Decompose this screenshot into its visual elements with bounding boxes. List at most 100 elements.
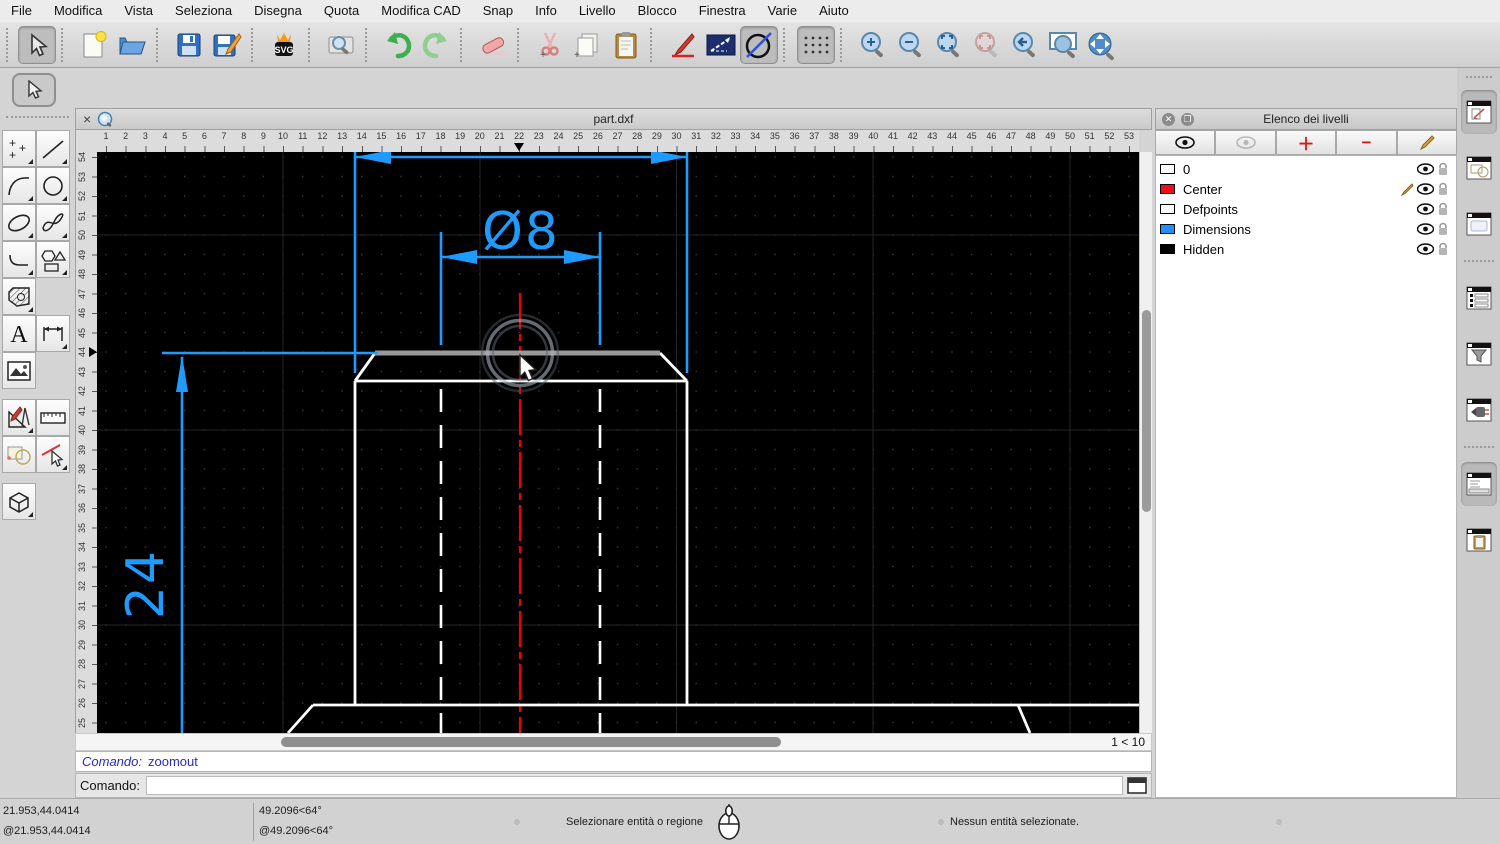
- print-preview-button[interactable]: [322, 26, 360, 64]
- menu-item[interactable]: Finestra: [688, 0, 757, 22]
- tool-text[interactable]: A: [2, 315, 36, 352]
- ruler-number: 26: [588, 131, 608, 141]
- layer-lock-icon[interactable]: [1434, 222, 1452, 236]
- remove-layer-button[interactable]: −: [1336, 130, 1396, 155]
- layer-lock-icon[interactable]: [1434, 162, 1452, 176]
- tool-arc[interactable]: [2, 167, 36, 204]
- zoom-in-button[interactable]: [854, 26, 892, 64]
- open-file-button[interactable]: [113, 26, 151, 64]
- dock-clipboard-button[interactable]: [1461, 518, 1497, 562]
- tool-line[interactable]: [36, 130, 70, 167]
- vertical-scrollbar-thumb[interactable]: [1142, 310, 1151, 512]
- tool-dimension[interactable]: [36, 315, 70, 352]
- zoom-window-button[interactable]: [1044, 26, 1082, 64]
- menu-item[interactable]: Livello: [568, 0, 627, 22]
- grid-dots: [97, 152, 1139, 733]
- tool-polyline[interactable]: [2, 241, 36, 278]
- tool-3d-view[interactable]: [2, 483, 36, 520]
- menu-item[interactable]: Info: [524, 0, 568, 22]
- zoom-selection-button[interactable]: [968, 26, 1006, 64]
- menu-item[interactable]: Modifica: [43, 0, 113, 22]
- menu-item[interactable]: Snap: [472, 0, 524, 22]
- command-input[interactable]: [146, 776, 1123, 795]
- zoom-previous-button[interactable]: [1006, 26, 1044, 64]
- zoom-auto-button[interactable]: [930, 26, 968, 64]
- pan-button[interactable]: [1082, 26, 1120, 64]
- save-button[interactable]: [170, 26, 208, 64]
- dock-entity-list-button[interactable]: [1461, 276, 1497, 320]
- add-layer-button[interactable]: ＋: [1276, 130, 1336, 155]
- menu-item[interactable]: File: [0, 0, 43, 22]
- draw-red-line-button[interactable]: [664, 26, 702, 64]
- tool-circle[interactable]: [36, 167, 70, 204]
- tool-polygon[interactable]: [36, 241, 70, 278]
- tool-spline[interactable]: [36, 204, 70, 241]
- layer-visible-icon[interactable]: [1416, 243, 1434, 255]
- show-all-layers-button[interactable]: [1155, 130, 1215, 155]
- new-document-button[interactable]: [75, 26, 113, 64]
- layer-row[interactable]: Hidden: [1156, 239, 1456, 259]
- command-dock-icon[interactable]: [1127, 777, 1147, 794]
- menu-item[interactable]: Seleziona: [164, 0, 243, 22]
- vertical-scrollbar[interactable]: [1139, 152, 1152, 733]
- dock-pen-palette-button[interactable]: [1461, 388, 1497, 432]
- tool-points[interactable]: +++: [2, 130, 36, 167]
- diameter-dimension-text[interactable]: Ø8: [482, 202, 560, 262]
- height-dimension-text[interactable]: 24: [116, 549, 176, 619]
- layer-lock-icon[interactable]: [1434, 202, 1452, 216]
- delete-button[interactable]: [474, 26, 512, 64]
- layer-visible-icon[interactable]: [1416, 203, 1434, 215]
- horizontal-scrollbar-thumb[interactable]: [281, 737, 781, 747]
- menu-item[interactable]: Aiuto: [808, 0, 860, 22]
- tool-blocks[interactable]: [2, 436, 36, 473]
- tool-image[interactable]: [2, 352, 36, 389]
- layer-lock-icon[interactable]: [1434, 182, 1452, 196]
- menu-item[interactable]: Quota: [313, 0, 370, 22]
- layer-row[interactable]: Defpoints: [1156, 199, 1456, 219]
- dock-command-widget-button[interactable]: [1461, 462, 1497, 506]
- menu-item[interactable]: Varie: [757, 0, 808, 22]
- edit-layer-button[interactable]: [1397, 130, 1457, 155]
- layer-row-current[interactable]: Center: [1156, 179, 1456, 199]
- layer-lock-icon[interactable]: [1434, 242, 1452, 256]
- copy-button[interactable]: +: [569, 26, 607, 64]
- layer-visible-icon[interactable]: [1416, 183, 1434, 195]
- palette-selection-button[interactable]: [12, 73, 56, 107]
- save-as-button[interactable]: [208, 26, 246, 64]
- tool-ellipse[interactable]: [2, 204, 36, 241]
- dock-layer-list-button[interactable]: [1461, 90, 1497, 134]
- dock-separator: [1464, 260, 1494, 262]
- drawing-canvas[interactable]: Ø8 24: [97, 152, 1139, 733]
- zoom-out-button[interactable]: [892, 26, 930, 64]
- undo-button[interactable]: [379, 26, 417, 64]
- tool-select-entities[interactable]: [36, 436, 70, 473]
- paste-button[interactable]: [607, 26, 645, 64]
- layer-visible-icon[interactable]: [1416, 163, 1434, 175]
- grid-toggle-button[interactable]: [797, 26, 835, 64]
- layer-row[interactable]: 0: [1156, 159, 1456, 179]
- redo-button[interactable]: [417, 26, 455, 64]
- menu-item[interactable]: Vista: [113, 0, 164, 22]
- cursor-arrow-icon: [25, 80, 43, 100]
- tool-hatch[interactable]: [2, 278, 36, 315]
- selection-pointer-button[interactable]: [18, 26, 56, 64]
- menu-item[interactable]: Blocco: [627, 0, 688, 22]
- hide-all-layers-button[interactable]: [1215, 130, 1275, 155]
- ruler-number: 50: [1060, 131, 1080, 141]
- layer-row[interactable]: Dimensions: [1156, 219, 1456, 239]
- dimension-style-button[interactable]: [702, 26, 740, 64]
- ruler-number: 41: [883, 131, 903, 141]
- dock-block-list-button[interactable]: [1461, 146, 1497, 190]
- layer-visible-icon[interactable]: [1416, 223, 1434, 235]
- cut-button[interactable]: +: [531, 26, 569, 64]
- dock-library-browser-button[interactable]: [1461, 202, 1497, 246]
- menu-item[interactable]: Modifica CAD: [370, 0, 471, 22]
- dock-filter-button[interactable]: [1461, 332, 1497, 376]
- tool-measure[interactable]: [36, 399, 70, 436]
- draft-mode-button[interactable]: [740, 26, 778, 64]
- horizontal-scrollbar[interactable]: [76, 734, 1111, 750]
- menu-item[interactable]: Disegna: [243, 0, 313, 22]
- ruler-number: 43: [77, 365, 91, 379]
- svg-export-button[interactable]: SVG: [265, 26, 303, 64]
- tool-modify[interactable]: [2, 399, 36, 436]
